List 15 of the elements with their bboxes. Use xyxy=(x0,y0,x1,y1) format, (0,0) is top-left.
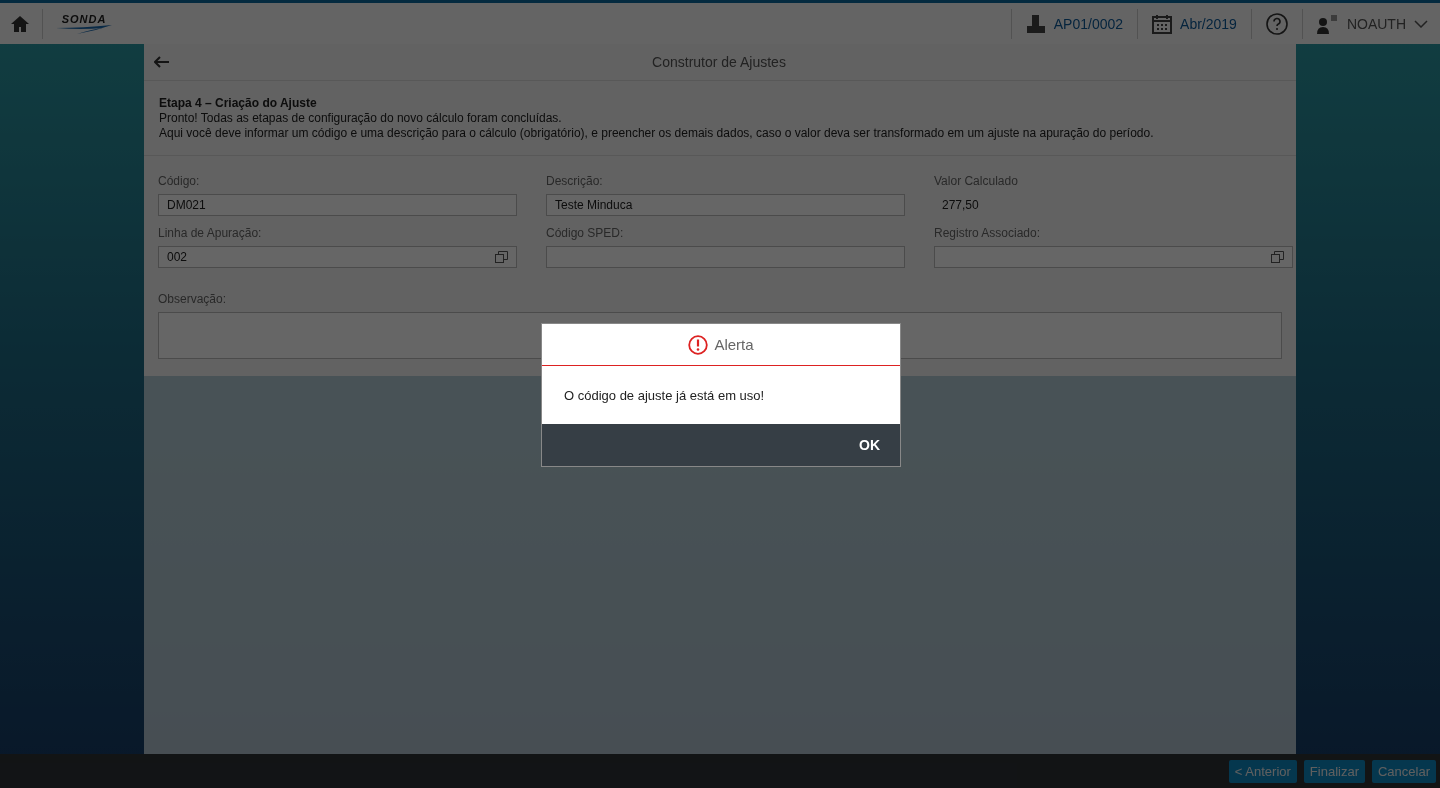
field-label: Descrição: xyxy=(546,174,604,188)
field-label: Observação: xyxy=(158,292,228,306)
instruction-text: Pronto! Todas as etapas de configuração do novo cálculo foram concluídas. xyxy=(159,111,563,126)
field-label: Valor Calculado xyxy=(934,174,1019,188)
page-title: Construtor de Ajustes xyxy=(651,54,787,70)
alert-message: O código de ajuste já está em uso! xyxy=(564,388,765,403)
calculated-value: 277,50 xyxy=(941,197,980,214)
instruction-text: Aqui você deve informar um código e uma descrição para o cálculo (obrigatório), e preencher os demais dados, caso o valor deva ser transformado em um ajuste na apuração do período. xyxy=(159,126,1155,141)
logo-text: SONDA xyxy=(61,13,107,25)
step-heading: Etapa 4 – Criação do Ajuste xyxy=(159,96,318,111)
dialog-title: Alerta xyxy=(714,336,754,353)
field-label: Registro Associado: xyxy=(934,226,1042,240)
field-label: Linha de Apuração: xyxy=(158,226,263,240)
field-label: Código SPED: xyxy=(546,226,625,240)
field-label: Código: xyxy=(158,174,201,188)
